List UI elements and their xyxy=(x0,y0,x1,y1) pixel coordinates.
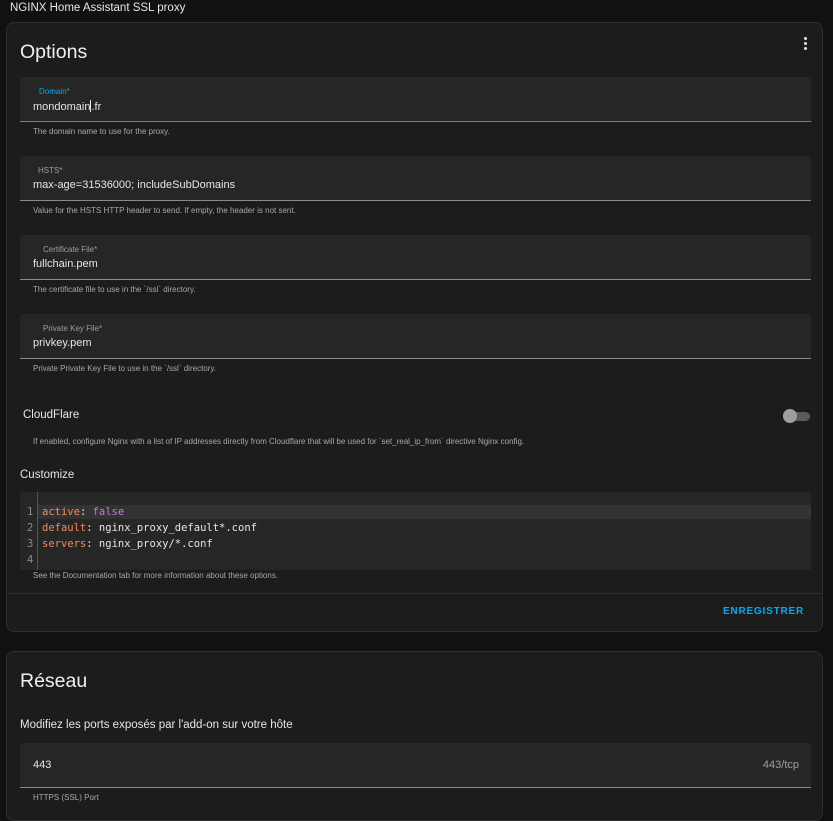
hsts-field[interactable]: HSTS* max-age=31536000; includeSubDomain… xyxy=(20,156,811,201)
domain-field[interactable]: Domain* mondomain.fr xyxy=(20,77,811,122)
port-suffix: 443/tcp xyxy=(762,759,799,771)
customize-label: Customize xyxy=(20,469,75,481)
cloudflare-toggle[interactable] xyxy=(783,409,811,423)
customize-code-editor[interactable]: 1 2 3 4 active: false default: nginx_pro… xyxy=(20,492,811,570)
options-card: Options Domain* mondomain.fr The domain … xyxy=(6,22,823,632)
customize-helper: See the Documentation tab for more infor… xyxy=(33,571,279,580)
network-description: Modifiez les ports exposés par l'add-on … xyxy=(20,719,293,731)
options-title: Options xyxy=(20,41,88,63)
private-key-label: Private Key File* xyxy=(43,324,103,333)
code-line: default: nginx_proxy_default*.conf xyxy=(42,522,257,534)
private-key-field[interactable]: Private Key File* privkey.pem xyxy=(20,314,811,359)
port-value[interactable]: 443 xyxy=(33,759,51,771)
hsts-label: HSTS* xyxy=(38,166,63,175)
network-card: Réseau Modifiez les ports exposés par l'… xyxy=(6,651,823,821)
certificate-label: Certificate File* xyxy=(43,245,98,254)
domain-value[interactable]: mondomain.fr xyxy=(33,100,101,113)
domain-label: Domain* xyxy=(39,87,70,96)
certificate-field[interactable]: Certificate File* fullchain.pem xyxy=(20,235,811,280)
more-vert-icon[interactable] xyxy=(802,37,808,51)
app-title: NGINX Home Assistant SSL proxy xyxy=(10,2,186,14)
domain-helper: The domain name to use for the proxy. xyxy=(33,127,170,136)
toggle-thumb xyxy=(783,409,797,423)
hsts-helper: Value for the HSTS HTTP header to send. … xyxy=(33,206,296,215)
line-number: 2 xyxy=(27,522,34,534)
private-key-value[interactable]: privkey.pem xyxy=(33,337,91,349)
port-field[interactable]: 443 443/tcp xyxy=(20,743,811,788)
active-line-highlight xyxy=(38,505,811,519)
line-number: 4 xyxy=(27,554,34,566)
line-number: 3 xyxy=(27,538,34,550)
code-line: active: false xyxy=(42,506,125,518)
cloudflare-helper: If enabled, configure Nginx with a list … xyxy=(33,437,525,446)
network-title: Réseau xyxy=(20,670,88,692)
line-number: 1 xyxy=(27,506,34,518)
certificate-value[interactable]: fullchain.pem xyxy=(33,258,98,270)
card-actions-divider xyxy=(7,593,822,594)
private-key-helper: Private Private Key File to use in the `… xyxy=(33,364,217,373)
port-helper: HTTPS (SSL) Port xyxy=(33,793,99,802)
certificate-helper: The certificate file to use in the `/ssl… xyxy=(33,285,196,294)
hsts-value[interactable]: max-age=31536000; includeSubDomains xyxy=(33,179,235,191)
line-gutter: 1 2 3 4 xyxy=(20,492,38,570)
cloudflare-label: CloudFlare xyxy=(23,409,80,421)
code-line: servers: nginx_proxy/*.conf xyxy=(42,538,213,550)
save-button[interactable]: ENREGISTRER xyxy=(723,606,804,617)
